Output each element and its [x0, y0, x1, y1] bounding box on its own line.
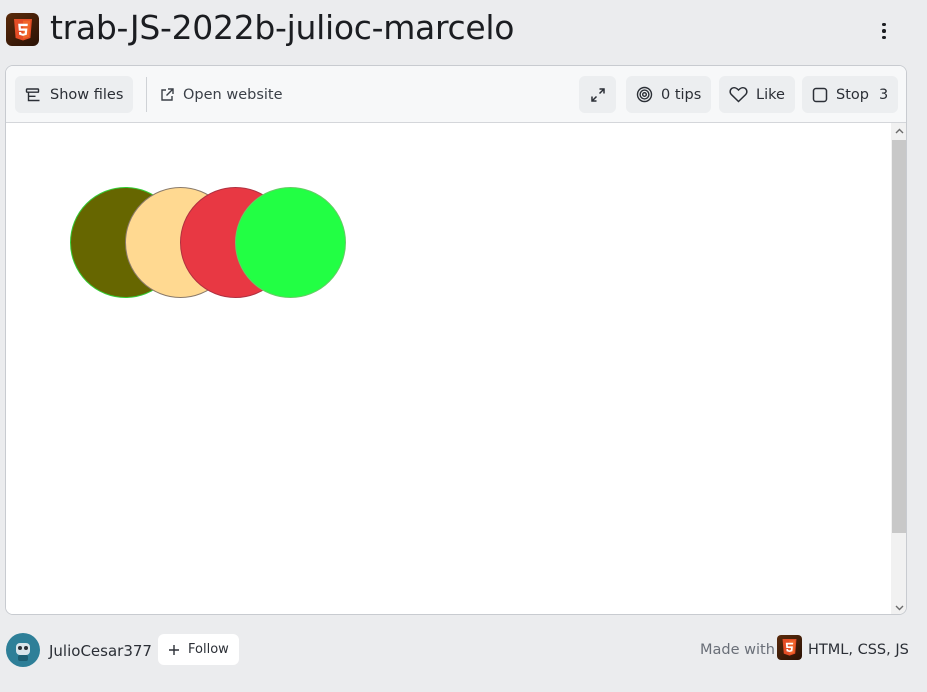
avatar[interactable]	[6, 633, 40, 667]
page-title: trab-JS-2022b-julioc-marcelo	[50, 8, 515, 47]
circle-green	[235, 187, 346, 298]
header: trab-JS-2022b-julioc-marcelo	[0, 0, 927, 62]
tips-button[interactable]: 0 tips	[626, 76, 712, 113]
project-panel: Show files Open website 0 tips Like Stop…	[5, 65, 907, 615]
toolbar-divider	[146, 77, 147, 112]
vertical-scrollbar[interactable]	[891, 123, 906, 614]
html5-icon	[6, 13, 39, 46]
spiral-icon	[636, 86, 653, 103]
follow-label: Follow	[188, 642, 229, 657]
scroll-up-icon[interactable]	[891, 123, 906, 138]
like-label: Like	[756, 86, 785, 103]
files-icon	[25, 87, 42, 103]
expand-icon	[590, 87, 606, 103]
stop-button[interactable]: Stop 3	[802, 76, 899, 113]
tips-label: 0 tips	[661, 86, 702, 103]
fullscreen-button[interactable]	[579, 76, 616, 113]
heart-icon	[729, 86, 748, 103]
plus-icon	[168, 644, 180, 656]
like-button[interactable]: Like	[719, 76, 795, 113]
languages-label: HTML, CSS, JS	[808, 642, 909, 658]
external-link-icon	[159, 87, 175, 103]
open-website-label: Open website	[183, 86, 283, 103]
username[interactable]: JulioCesar377	[49, 642, 152, 660]
html5-icon	[777, 635, 802, 660]
scroll-down-icon[interactable]	[891, 600, 906, 614]
footer: JulioCesar377 Follow Made with HTML, CSS…	[0, 622, 927, 678]
stop-count: 3	[878, 86, 889, 103]
kebab-menu-icon[interactable]	[872, 18, 896, 44]
follow-button[interactable]: Follow	[158, 634, 239, 665]
website-preview[interactable]	[6, 123, 891, 614]
open-website-link[interactable]: Open website	[155, 76, 287, 113]
scroll-thumb[interactable]	[892, 140, 906, 533]
stop-square-icon	[812, 87, 828, 103]
show-files-button[interactable]: Show files	[15, 76, 134, 113]
toolbar: Show files Open website 0 tips Like Stop…	[6, 66, 906, 123]
stop-label: Stop	[836, 86, 869, 103]
show-files-label: Show files	[50, 86, 124, 103]
made-with-label: Made with	[700, 642, 775, 658]
